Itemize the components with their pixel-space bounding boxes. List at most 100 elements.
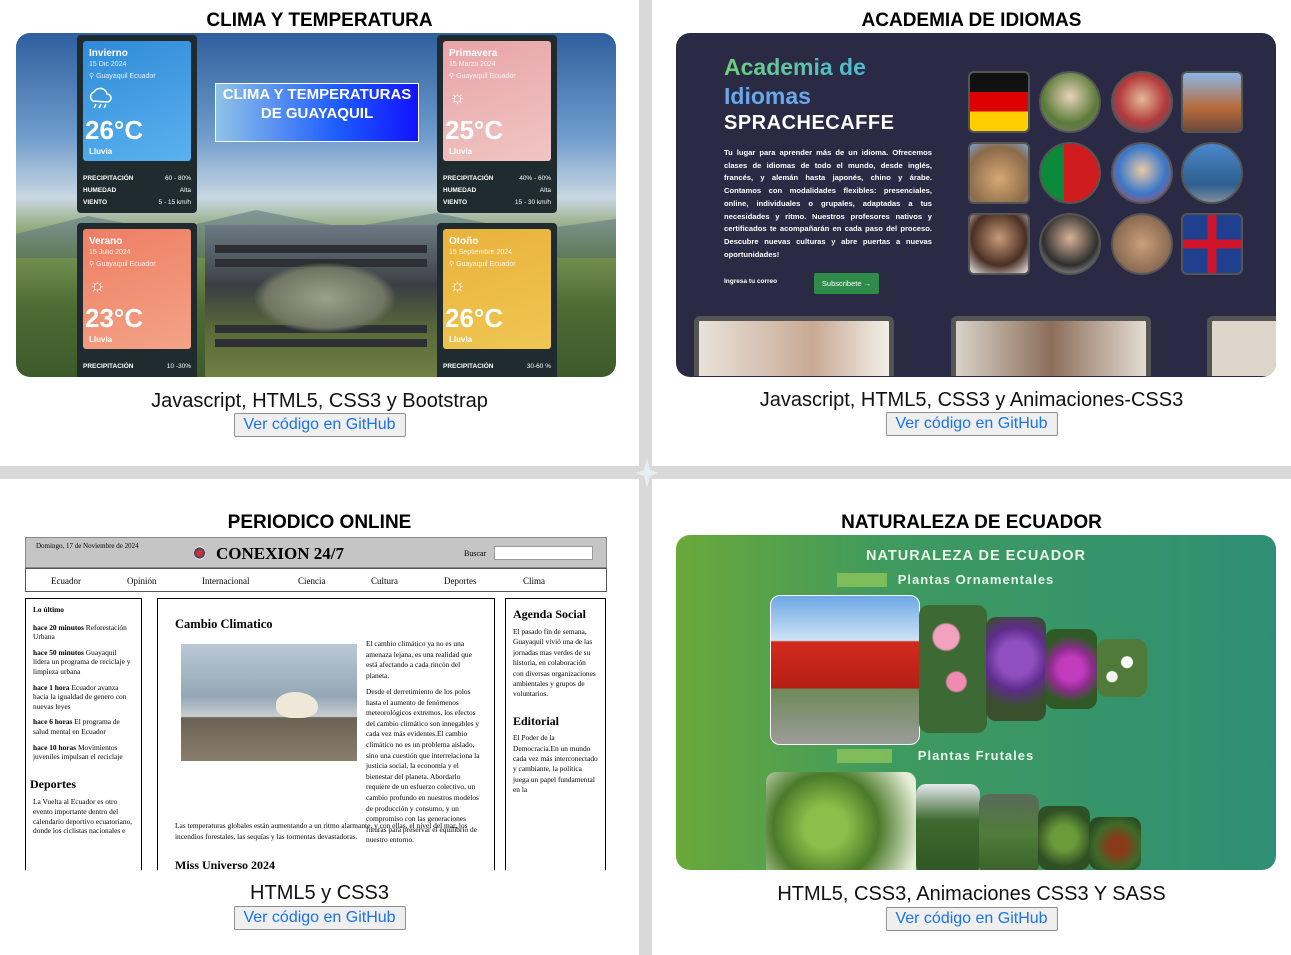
latest-news-column: Lo último hace 20 minutos Reforestación … [25, 598, 142, 870]
season-date: 15 Septiembre 2024 [449, 249, 513, 256]
wind-row: VIENTO 5 - 15 km/h [83, 199, 191, 206]
humidity-row: HUMEDAD Alta [83, 187, 191, 194]
clima-banner: CLIMA Y TEMPERATURAS DE GUAYAQUIL [215, 83, 419, 142]
project-preview-periodico[interactable]: Domingo, 17 de Noviembre de 2024 CONEXIO… [25, 537, 608, 870]
project-technologies: Javascript, HTML5, CSS3 y Animaciones-CS… [759, 389, 1184, 411]
season-condition: Lluvia [89, 147, 113, 156]
european-city-image [1111, 213, 1173, 275]
latest-item[interactable]: hace 6 horas El programa de salud mental… [33, 717, 134, 736]
github-button[interactable]: Ver código en GitHub [885, 907, 1058, 931]
season-location: ⚲ Guayaquil Ecuador [449, 73, 516, 80]
season-card-verano: Verano 15 Julio 2024 ⚲ Guayaquil Ecuador… [77, 223, 197, 377]
project-preview-clima[interactable]: Invierno 15 Dic 2024 ⚲ Guayaquil Ecuador… [16, 33, 616, 377]
season-name: Otoño [449, 236, 479, 247]
fruit-tree-image-3 [979, 794, 1039, 870]
pink-roses-image [919, 605, 987, 733]
nat-section-ornamentales: Plantas Ornamentales [897, 572, 1055, 587]
academia-title-line2: Idiomas [724, 83, 811, 109]
editorial-text: El Poder de la Democracia.En un mundo ca… [513, 733, 598, 795]
project-preview-naturaleza[interactable]: NATURALEZA DE ECUADOR Plantas Ornamental… [676, 535, 1276, 870]
cacao-image [1089, 817, 1141, 870]
nav-item[interactable]: Internacional [202, 576, 249, 586]
classroom-photo-1 [694, 316, 894, 376]
season-location: ⚲ Guayaquil Ecuador [89, 261, 156, 268]
academia-title-line1: Academia de [724, 54, 866, 80]
project-card-academia: ACADEMIA DE IDIOMAS Academia de Idiomas … [652, 0, 1291, 466]
purple-flowers-image [986, 617, 1046, 721]
sun-icon: ☼ [89, 275, 106, 295]
season-location: ⚲ Guayaquil Ecuador [449, 261, 516, 268]
season-name: Verano [89, 236, 123, 247]
fruit-tree-image-2 [916, 784, 980, 870]
nat-title: NATURALEZA DE ECUADOR [866, 548, 1086, 564]
project-preview-academia[interactable]: Academia de Idiomas SPRACHECAFFE Tu luga… [676, 33, 1276, 377]
white-flowers-image [1097, 639, 1147, 697]
agenda-column: Agenda Social El pasado fin de semana, G… [505, 598, 606, 870]
student-man-image [1039, 213, 1101, 275]
flag-uk-image [1181, 213, 1243, 275]
newspaper-nav: Ecuador Opinión Internacional Ciencia Cu… [25, 568, 607, 592]
agenda-title: Agenda Social [513, 607, 587, 621]
munich-city-image [1181, 71, 1243, 133]
bougainvillea-image [1045, 629, 1097, 709]
precip-row: PRECIPITACIÓN 60 - 80% [83, 175, 191, 182]
article-p1: El cambio climático ya no es una amenaza… [366, 639, 472, 680]
nav-item[interactable]: Cultura [371, 576, 398, 586]
github-button[interactable]: Ver código en GitHub [233, 413, 406, 437]
humidity-row: HUMEDAD Alta [443, 187, 551, 194]
nav-item[interactable]: Ciencia [298, 576, 326, 586]
latest-item[interactable]: hace 50 minutos Guayaquil lidera un prog… [33, 648, 134, 677]
fruit-tree-image-1 [766, 772, 916, 870]
season-temperature: 25°C [445, 115, 504, 145]
article-p3: Las temperaturas globales están aumentan… [175, 821, 468, 841]
usa-flag-people-image [1111, 71, 1173, 133]
sun-icon: ☼ [449, 87, 466, 107]
academia-brand: SPRACHECAFFE [724, 112, 895, 134]
project-title: CLIMA Y TEMPERATURA [206, 10, 433, 31]
portfolio-grid: CLIMA Y TEMPERATURA Invierno 15 Dic 2024… [0, 0, 1291, 955]
latest-item[interactable]: hace 1 hora Ecuador avanza hacia la igua… [33, 683, 134, 712]
nav-item[interactable]: Ecuador [51, 576, 81, 586]
subscribe-button[interactable]: Subscribete → [814, 273, 879, 294]
sports-text: La Vuelta al Ecuador es otro evento impo… [33, 797, 133, 836]
season-card-primavera: Primavera 15 Marzo 2024 ⚲ Guayaquil Ecua… [437, 35, 557, 213]
season-location: ⚲ Guayaquil Ecuador [89, 73, 156, 80]
season-name: Invierno [89, 48, 128, 59]
project-title: NATURALEZA DE ECUADOR [841, 512, 1102, 533]
nav-item[interactable]: Clima [523, 576, 545, 586]
academia-description: Tu lugar para aprender más de un idioma.… [724, 148, 932, 259]
season-card-otono: Otoño 15 Septiembre 2024 ⚲ Guayaquil Ecu… [437, 223, 557, 377]
search-input[interactable] [494, 546, 593, 560]
statue-liberty-image [1181, 142, 1243, 204]
search-label: Buscar [464, 549, 487, 558]
precip-row: PRECIPITACIÓN 10 -30% [83, 363, 191, 370]
latest-item[interactable]: hace 20 minutos Reforestación Urbana [33, 623, 134, 642]
season-date: 15 Julio 2024 [89, 249, 131, 256]
editorial-title: Editorial [513, 713, 560, 728]
colosseum-image [968, 142, 1030, 204]
latest-item[interactable]: hace 10 horas Movimientos juveniles impu… [33, 743, 134, 762]
project-card-clima: CLIMA Y TEMPERATURA Invierno 15 Dic 2024… [0, 0, 639, 466]
newspaper-header: Domingo, 17 de Noviembre de 2024 CONEXIO… [25, 537, 607, 568]
github-button[interactable]: Ver código en GitHub [233, 906, 406, 930]
season-date: 15 Dic 2024 [89, 61, 127, 68]
season-card-invierno: Invierno 15 Dic 2024 ⚲ Guayaquil Ecuador… [77, 35, 197, 213]
nav-item[interactable]: Opinión [127, 576, 157, 586]
iguana-bench-photo [205, 225, 437, 377]
latest-title: Lo último [33, 605, 65, 614]
dirndl-woman-image [1039, 71, 1101, 133]
season-temperature: 23°C [85, 303, 144, 333]
season-condition: Lluvia [89, 335, 113, 344]
flag-germany-image [968, 71, 1030, 133]
precip-row: PRECIPITACIÓN 40% - 60% [443, 175, 551, 182]
article-title: Cambio Climatico [175, 617, 273, 631]
cloud-rain-icon [89, 87, 112, 109]
wind-row: VIENTO 15 - 30 km/h [443, 199, 551, 206]
fruit-tree-image-4 [1038, 806, 1090, 870]
github-button[interactable]: Ver código en GitHub [885, 412, 1058, 436]
children-flags-image [1111, 142, 1173, 204]
email-input-placeholder[interactable]: Ingresa tu correo [724, 278, 777, 285]
nav-item[interactable]: Deportes [444, 576, 477, 586]
season-date: 15 Marzo 2024 [449, 61, 496, 68]
classroom-photo-2 [951, 316, 1151, 376]
